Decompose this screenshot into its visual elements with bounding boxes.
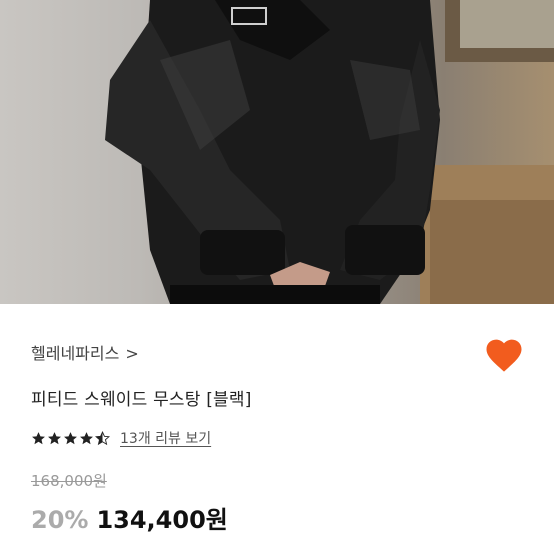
discount-rate: 20% (31, 506, 89, 534)
wishlist-button[interactable] (484, 336, 524, 374)
star-icon (64, 431, 77, 444)
rating-row: 13개 리뷰 보기 (31, 428, 211, 448)
star-rating (31, 430, 110, 446)
chevron-right-icon: > (125, 344, 139, 363)
heart-icon (486, 339, 522, 372)
price-row: 20% 134,400원 (31, 500, 228, 535)
brand-link[interactable]: 헬레네파리스 > (31, 340, 139, 364)
reviews-link[interactable]: 13개 리뷰 보기 (120, 428, 211, 448)
original-price: 168,000원 (31, 472, 107, 490)
star-icon (80, 431, 93, 444)
brand-name: 헬레네파리스 (31, 344, 120, 363)
star-icon (32, 431, 45, 444)
product-title: 피티드 스웨이드 무스탕 [블랙] (31, 390, 252, 410)
product-photo-illustration (105, 0, 554, 304)
product-photo[interactable] (0, 0, 554, 304)
star-half-icon (95, 430, 110, 445)
star-icon (48, 431, 61, 444)
sale-price: 134,400원 (96, 506, 228, 534)
